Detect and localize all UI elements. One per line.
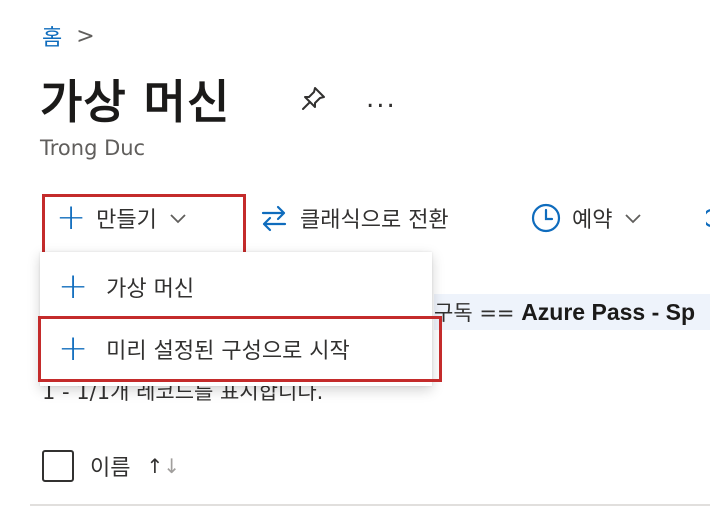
breadcrumb-separator: > — [76, 23, 95, 49]
plus-icon: + — [58, 266, 89, 307]
preset-highlight — [38, 316, 442, 382]
menu-item-label: 가상 머신 — [106, 277, 195, 302]
pin-icon[interactable] — [298, 84, 328, 114]
breadcrumb: 홈 > — [42, 20, 95, 52]
clock-icon — [531, 203, 561, 233]
page-title: 가상 머신 — [40, 75, 231, 129]
subscription-filter[interactable]: 구독 == Azure Pass - Sp — [434, 294, 710, 330]
page-subtitle: Trong Duc — [40, 136, 146, 160]
header-divider — [30, 504, 710, 506]
column-header-name[interactable]: 이름 — [90, 450, 130, 482]
select-all-checkbox[interactable] — [42, 450, 74, 482]
more-options-button[interactable]: ... — [366, 84, 397, 114]
sort-icon[interactable]: ↑↓ — [146, 454, 180, 478]
menu-item-virtual-machine[interactable]: + 가상 머신 — [40, 258, 432, 316]
breadcrumb-home-link[interactable]: 홈 — [42, 20, 62, 52]
switch-classic-label: 클래식으로 전환 — [300, 208, 449, 233]
create-highlight — [42, 194, 246, 258]
filter-value: Azure Pass - Sp — [521, 299, 696, 325]
truncated-icon — [706, 209, 710, 227]
reserve-label: 예약 — [572, 208, 613, 233]
chevron-down-icon — [625, 214, 642, 224]
reserve-button[interactable]: 예약 — [530, 202, 644, 234]
table-header: 이름 ↑↓ — [42, 450, 180, 482]
filter-prefix: 구독 == — [434, 301, 522, 325]
switch-classic-button[interactable]: 클래식으로 전환 — [258, 202, 449, 234]
switch-arrows-icon — [261, 205, 287, 232]
